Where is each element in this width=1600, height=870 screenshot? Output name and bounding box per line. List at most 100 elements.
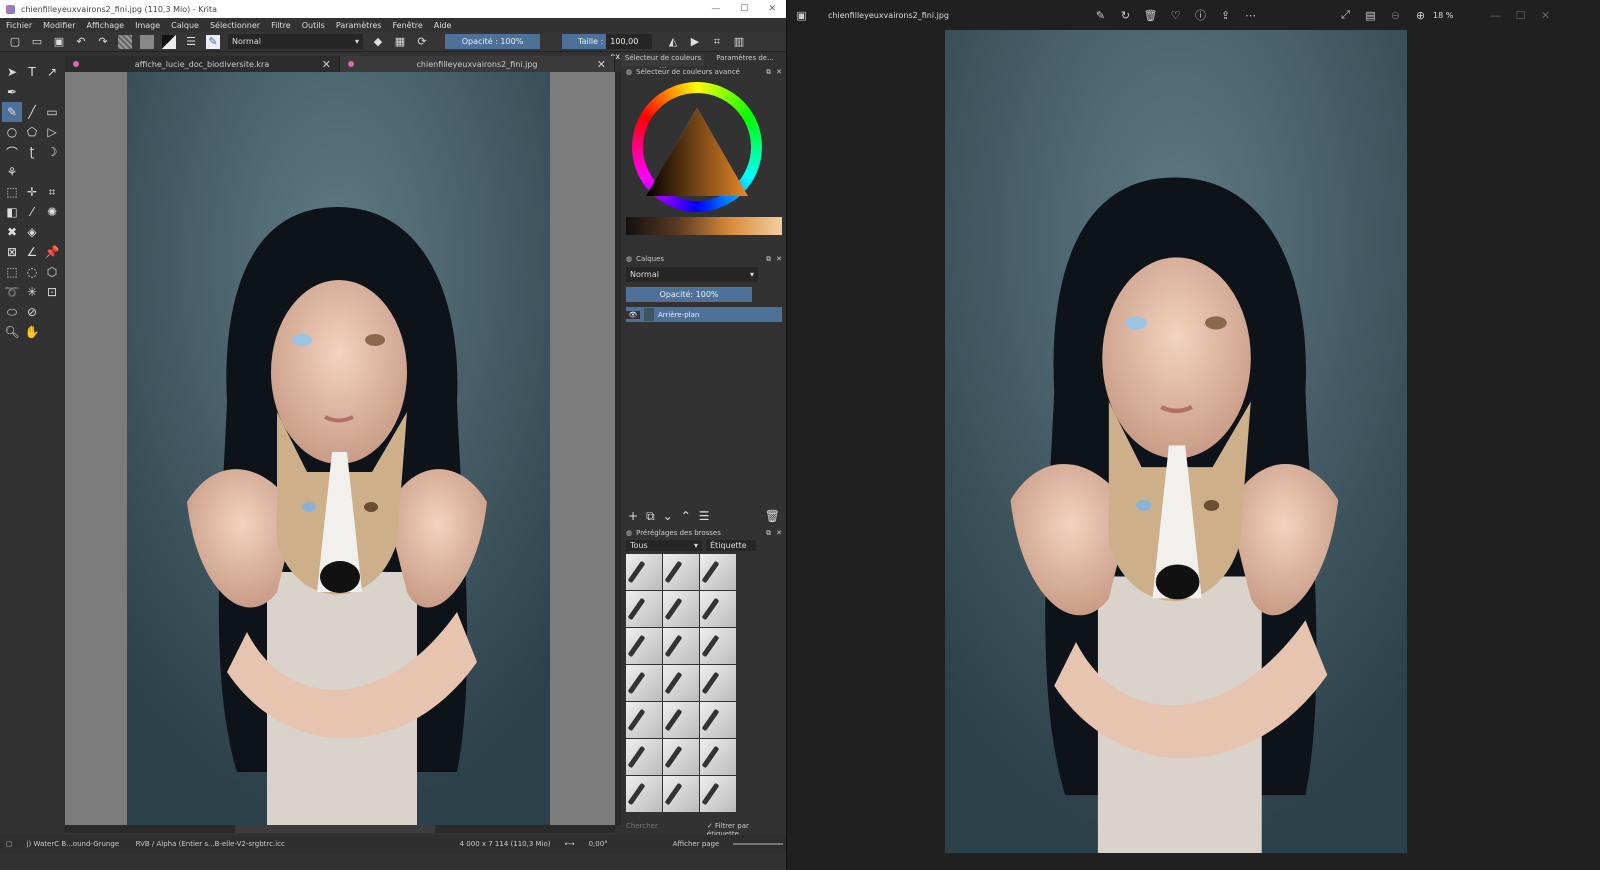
- close-icon[interactable]: ✕: [776, 529, 782, 538]
- open-folder-icon[interactable]: ▭: [30, 35, 44, 49]
- magic-wand-icon[interactable]: ✳: [22, 282, 42, 302]
- menu-fichier[interactable]: Fichier: [6, 21, 32, 30]
- eye-icon[interactable]: 👁︎: [626, 310, 640, 319]
- rect-select-icon[interactable]: ⬚: [2, 262, 22, 282]
- close-button[interactable]: ✕: [768, 4, 776, 14]
- brush-preset[interactable]: [700, 776, 736, 812]
- move-down-icon[interactable]: ⌄: [663, 509, 673, 527]
- add-layer-icon[interactable]: +: [628, 509, 638, 527]
- brush-preset[interactable]: [700, 591, 736, 627]
- similar-select-icon[interactable]: ⊡: [42, 282, 62, 302]
- menu-affichage[interactable]: Affichage: [87, 21, 125, 30]
- float-icon[interactable]: ⧉: [766, 255, 771, 264]
- gradient-icon[interactable]: [118, 34, 132, 49]
- duplicate-layer-icon[interactable]: ⧉: [646, 509, 655, 527]
- eraser-icon[interactable]: ◆: [371, 35, 385, 49]
- layer-properties-icon[interactable]: ☰: [699, 509, 710, 527]
- brush-preset[interactable]: [626, 554, 662, 590]
- close-icon[interactable]: ✕: [776, 255, 782, 264]
- line-tool-icon[interactable]: ╱: [22, 102, 42, 122]
- edit-icon[interactable]: ✎: [1088, 9, 1113, 22]
- layer-blend-select[interactable]: Normal ▾: [626, 267, 758, 282]
- calligraphy-icon[interactable]: ✒: [2, 82, 22, 102]
- painting-canvas[interactable]: [127, 72, 550, 825]
- brush-tag-select[interactable]: Étiquette: [706, 540, 756, 551]
- color-picker-icon[interactable]: ⁄: [22, 202, 42, 222]
- assistant-tool-icon[interactable]: ⊠: [2, 242, 22, 262]
- mirror-vertical-icon[interactable]: ▶: [688, 35, 702, 49]
- zoom-slider[interactable]: [733, 843, 784, 845]
- save-icon[interactable]: ▣: [52, 35, 66, 49]
- brush-preset[interactable]: [663, 591, 699, 627]
- tab-brush-settings[interactable]: Paramètres de...: [704, 54, 786, 66]
- share-icon[interactable]: ⇪: [1213, 9, 1238, 22]
- vertical-scrollbar[interactable]: [615, 72, 621, 825]
- fit-page-button[interactable]: Afficher page: [673, 840, 720, 848]
- delete-layer-icon[interactable]: 🗑︎: [765, 509, 780, 527]
- more-icon[interactable]: ⋯: [1238, 9, 1263, 22]
- select-tool-icon[interactable]: ➤: [2, 62, 22, 82]
- menu-modifier[interactable]: Modifier: [43, 21, 75, 30]
- menu-parametres[interactable]: Paramètres: [336, 21, 382, 30]
- color-history-bar[interactable]: [626, 217, 782, 235]
- magnetic-select-icon[interactable]: ⊘: [22, 302, 42, 322]
- fullscreen-icon[interactable]: ⤢: [1333, 8, 1358, 22]
- workspace-icon[interactable]: ▥: [732, 35, 746, 49]
- colorize-icon[interactable]: ✖: [2, 222, 22, 242]
- brush-preset[interactable]: [700, 628, 736, 664]
- bezier-tool-icon[interactable]: ⌒: [2, 142, 22, 162]
- delete-icon[interactable]: 🗑︎: [1138, 9, 1163, 22]
- rotate-icon[interactable]: ↻: [1113, 9, 1138, 22]
- close-button[interactable]: ✕: [1533, 9, 1558, 22]
- alpha-lock-icon[interactable]: ▦: [393, 35, 407, 49]
- polygon-select-icon[interactable]: ⬡: [42, 262, 62, 282]
- transform-tool-icon[interactable]: ⬚: [2, 182, 22, 202]
- menu-calque[interactable]: Calque: [171, 21, 199, 30]
- polygon-tool-icon[interactable]: ⬠: [22, 122, 42, 142]
- brush-preset[interactable]: [626, 739, 662, 775]
- brush-preset[interactable]: [663, 702, 699, 738]
- rotation-icon[interactable]: ⟷: [565, 840, 575, 848]
- blend-mode-select[interactable]: Normal ▾: [228, 34, 363, 49]
- fill-tool-icon[interactable]: ◈: [22, 222, 42, 242]
- bezier-select-icon[interactable]: ⬭: [2, 302, 22, 322]
- color-swap-icon[interactable]: [162, 34, 176, 49]
- brush-preset[interactable]: [663, 554, 699, 590]
- freehand-select-icon[interactable]: ➰: [2, 282, 22, 302]
- brush-preset[interactable]: [626, 665, 662, 701]
- brush-preset[interactable]: [663, 665, 699, 701]
- multibrush-icon[interactable]: ⚘: [2, 162, 22, 182]
- canvas[interactable]: [65, 72, 615, 825]
- layer-opacity-slider[interactable]: Opacité: 100%: [626, 287, 752, 302]
- menu-selectionner[interactable]: Sélectionner: [210, 21, 260, 30]
- color-wheel[interactable]: [622, 78, 786, 213]
- mirror-horizontal-icon[interactable]: ◭: [666, 35, 680, 49]
- pan-tool-icon[interactable]: ✋: [22, 322, 42, 342]
- dynamic-brush-icon[interactable]: ☽: [42, 142, 62, 162]
- measure-tool-icon[interactable]: ∠: [22, 242, 42, 262]
- minimize-button[interactable]: —: [1483, 9, 1508, 22]
- crop-icon[interactable]: ⌗: [710, 35, 724, 49]
- undo-icon[interactable]: ↶: [74, 35, 88, 49]
- tab-chienfille[interactable]: chienfilleyeuxvairons2_fini.jpg ✕: [340, 56, 615, 72]
- maximize-button[interactable]: ☐: [740, 4, 748, 14]
- menu-outils[interactable]: Outils: [302, 21, 325, 30]
- reference-tool-icon[interactable]: 📌: [42, 242, 62, 262]
- maximize-button[interactable]: ☐: [1508, 9, 1533, 22]
- close-tab-icon[interactable]: ✕: [597, 58, 606, 71]
- reload-icon[interactable]: ⟳: [415, 35, 429, 49]
- opacity-slider[interactable]: Opacité : 100%: [445, 34, 540, 49]
- brush-preset[interactable]: [663, 776, 699, 812]
- redo-icon[interactable]: ↷: [96, 35, 110, 49]
- pattern-icon[interactable]: [140, 34, 154, 49]
- edit-shape-icon[interactable]: ↗: [42, 62, 62, 82]
- brush-preset-icon[interactable]: ✎: [206, 34, 220, 49]
- ellipse-tool-icon[interactable]: ○: [2, 122, 22, 142]
- brush-preset[interactable]: [626, 776, 662, 812]
- zoom-tool-icon[interactable]: 🔍︎: [2, 322, 22, 342]
- zoom-in-icon[interactable]: ⊕: [1408, 9, 1433, 22]
- smart-patch-icon[interactable]: ✺: [42, 202, 62, 222]
- brush-preset[interactable]: [700, 554, 736, 590]
- float-icon[interactable]: ⧉: [766, 68, 771, 77]
- move-up-icon[interactable]: ⌃: [681, 509, 691, 527]
